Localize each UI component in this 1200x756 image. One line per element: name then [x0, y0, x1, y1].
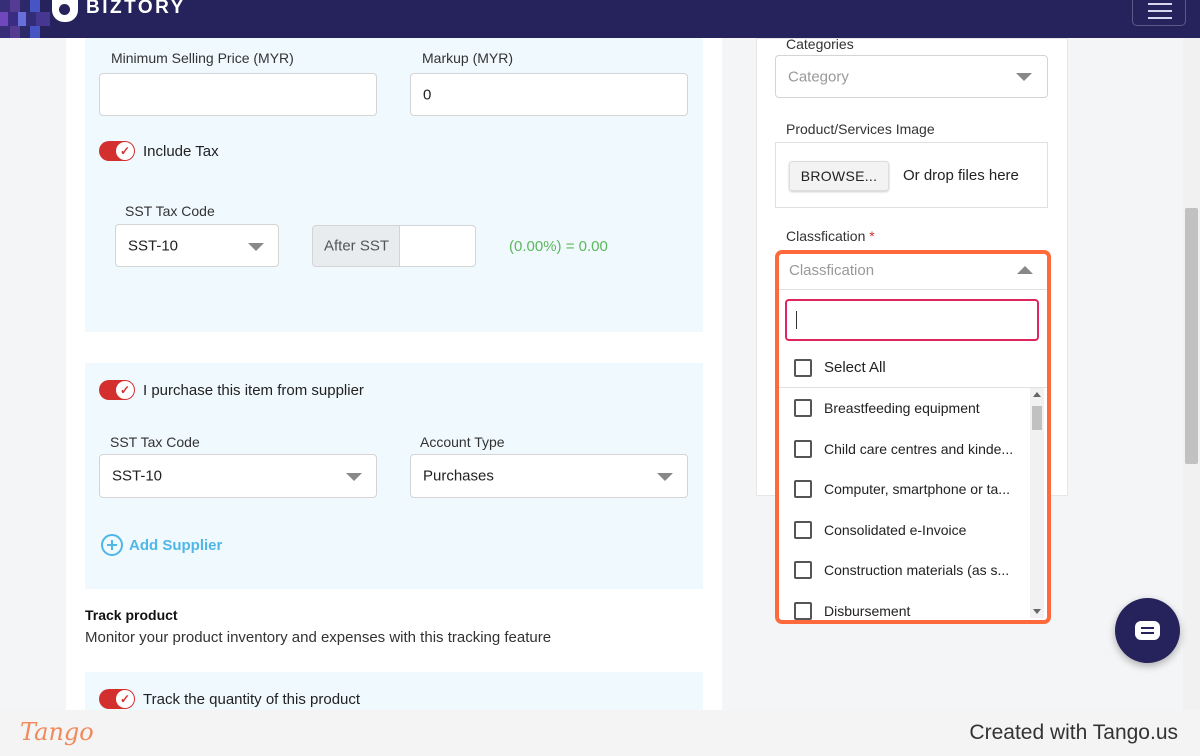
image-dropzone[interactable]: BROWSE... Or drop files here — [775, 142, 1048, 208]
chevron-down-icon — [346, 473, 362, 481]
menu-hamburger-button[interactable] — [1132, 0, 1186, 26]
category-select[interactable]: Category — [775, 55, 1048, 98]
markup-label: Markup (MYR) — [422, 50, 514, 66]
page-scrollbar-thumb[interactable] — [1185, 208, 1198, 464]
sst-tax-code-select[interactable]: SST-10 — [115, 224, 279, 267]
markup-value: 0 — [423, 86, 432, 103]
min-price-input[interactable] — [99, 73, 377, 116]
brand-logo-icon — [52, 0, 78, 22]
purchase-sst-select[interactable]: SST-10 — [99, 454, 377, 498]
tax-result: (0.00%) = 0.00 — [509, 238, 608, 255]
brand-name: BIZTORY — [86, 0, 186, 18]
track-quantity-label: Track the quantity of this product — [143, 691, 361, 708]
check-icon: ✓ — [119, 144, 130, 158]
browse-button[interactable]: BROWSE... — [789, 161, 889, 191]
purchase-sst-label: SST Tax Code — [110, 434, 200, 450]
purchase-from-supplier-toggle[interactable]: ✓ — [99, 380, 135, 400]
chevron-down-icon — [657, 473, 673, 481]
include-tax-label: Include Tax — [143, 143, 219, 160]
purchase-from-supplier-label: I purchase this item from supplier — [143, 382, 364, 399]
after-sst-label: After SST — [324, 237, 390, 255]
highlight-outline — [775, 250, 1051, 624]
check-icon: ✓ — [119, 383, 130, 397]
chat-button[interactable] — [1115, 598, 1180, 663]
account-type-value: Purchases — [423, 467, 494, 485]
top-navbar: BIZTORY — [0, 0, 1200, 38]
sst-tax-code-label: SST Tax Code — [125, 203, 215, 219]
page-scrollbar[interactable] — [1183, 38, 1200, 710]
markup-input[interactable]: 0 — [410, 73, 688, 116]
chevron-down-icon — [248, 243, 264, 251]
track-product-title: Track product — [85, 607, 178, 623]
account-type-label: Account Type — [420, 434, 505, 450]
classification-label: Classfication * — [786, 228, 875, 244]
after-sst-input[interactable] — [399, 225, 476, 267]
track-quantity-toggle[interactable]: ✓ — [99, 689, 135, 709]
required-asterisk: * — [869, 228, 875, 244]
add-supplier-label: Add Supplier — [129, 536, 223, 554]
chat-icon — [1135, 621, 1160, 640]
after-sst-addon: After SST — [312, 225, 400, 267]
category-placeholder: Category — [788, 68, 849, 85]
plus-circle-icon — [101, 534, 123, 556]
chevron-down-icon — [1016, 73, 1032, 81]
tango-footer: Tango Created with Tango.us — [0, 710, 1200, 756]
drop-files-text: Or drop files here — [903, 167, 1019, 184]
include-tax-toggle[interactable]: ✓ — [99, 141, 135, 161]
logo-mosaic — [0, 0, 50, 38]
account-type-select[interactable]: Purchases — [410, 454, 688, 498]
product-image-label: Product/Services Image — [786, 121, 935, 137]
classification-label-text: Classfication — [786, 228, 866, 244]
add-supplier-button[interactable]: Add Supplier — [101, 534, 222, 556]
track-product-description: Monitor your product inventory and expen… — [85, 629, 552, 646]
created-with-text: Created with Tango.us — [969, 721, 1178, 744]
purchase-sst-value: SST-10 — [112, 467, 163, 485]
sst-tax-code-value: SST-10 — [128, 237, 179, 254]
tango-logo: Tango — [20, 718, 94, 746]
min-price-label: Minimum Selling Price (MYR) — [111, 50, 294, 66]
categories-label: Categories — [786, 36, 854, 52]
check-icon: ✓ — [119, 692, 130, 706]
